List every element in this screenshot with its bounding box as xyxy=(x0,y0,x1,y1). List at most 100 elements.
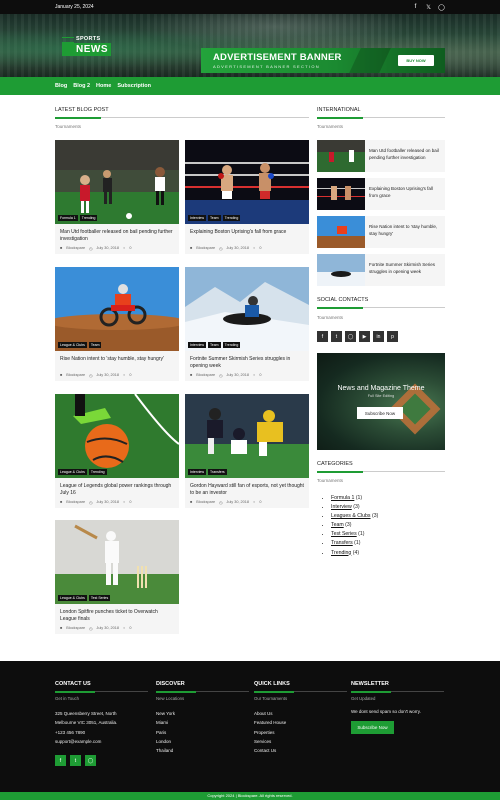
nav-blog-2[interactable]: Blog 2 xyxy=(73,83,90,89)
facebook-icon[interactable]: f xyxy=(55,755,66,767)
post-image[interactable]: Formula 1 Trending xyxy=(55,140,179,224)
post-tag[interactable]: Trending xyxy=(222,342,241,348)
post-image[interactable]: Interview Team Trending xyxy=(185,267,309,351)
international-thumb[interactable] xyxy=(317,216,365,248)
phone-number[interactable]: +123 456 7890 xyxy=(55,728,148,737)
email-address[interactable]: support@example.com xyxy=(55,737,148,746)
post-image[interactable]: Interview Transfers xyxy=(185,394,309,478)
international-title[interactable]: Fortnite Summer Skirmish Series struggle… xyxy=(369,261,441,275)
category-link[interactable]: Trending xyxy=(331,550,351,556)
post-author[interactable]: Blockspare xyxy=(196,373,215,378)
category-link[interactable]: Interview xyxy=(331,504,352,510)
post-tag[interactable]: Trending xyxy=(222,215,241,221)
twitter-icon[interactable]: t xyxy=(331,331,342,342)
post-author[interactable]: Blockspare xyxy=(66,626,85,631)
post-comments[interactable]: 0 xyxy=(129,500,131,505)
post-card[interactable]: League & Clubs Trending League of Legend… xyxy=(55,394,179,508)
post-card[interactable]: Interview Team Trending Explaining Bosto… xyxy=(185,140,309,254)
advertisement-banner[interactable]: ADVERTISEMENT BANNER ADVERTISEMENT BANNE… xyxy=(201,48,445,73)
post-tag[interactable]: League & Clubs xyxy=(58,595,87,601)
post-tag[interactable]: Team xyxy=(208,342,221,348)
post-author[interactable]: Blockspare xyxy=(66,373,85,378)
category-link[interactable]: Formula 1 xyxy=(331,495,354,501)
post-title[interactable]: Man Utd footballer released on bail pend… xyxy=(55,224,179,246)
post-tag[interactable]: Trending xyxy=(88,469,107,475)
post-author[interactable]: Blockspare xyxy=(66,500,85,505)
instagram-icon[interactable]: ◯ xyxy=(85,755,96,767)
post-author[interactable]: Blockspare xyxy=(196,500,215,505)
post-title[interactable]: London Spitfire punches ticket to Overwa… xyxy=(55,604,179,626)
instagram-icon[interactable]: ◯ xyxy=(438,4,445,11)
footer-link[interactable]: About Us xyxy=(254,709,347,718)
international-title[interactable]: Man Utd footballer released on bail pend… xyxy=(369,147,441,161)
post-card[interactable]: League & Clubs Team Rise Nation intent t… xyxy=(55,267,179,381)
international-thumb[interactable] xyxy=(317,254,365,286)
twitter-icon[interactable]: 𝕏 xyxy=(425,4,432,11)
pinterest-icon[interactable]: p xyxy=(387,331,398,342)
footer-link[interactable]: New York xyxy=(156,709,249,718)
post-title[interactable]: League of Legends global power rankings … xyxy=(55,478,179,500)
post-tag[interactable]: Transfers xyxy=(208,469,227,475)
footer-link[interactable]: Miami xyxy=(156,718,249,727)
facebook-icon[interactable]: f xyxy=(317,331,328,342)
facebook-icon[interactable]: f xyxy=(412,4,419,11)
post-title[interactable]: Rise Nation intent to 'stay humble, stay… xyxy=(55,351,179,373)
post-comments[interactable]: 0 xyxy=(259,500,261,505)
linkedin-icon[interactable]: in xyxy=(373,331,384,342)
post-comments[interactable]: 0 xyxy=(129,246,131,251)
post-image[interactable]: League & Clubs Test Series xyxy=(55,520,179,604)
post-card[interactable]: Formula 1 Trending Man Utd footballer re… xyxy=(55,140,179,254)
international-title[interactable]: Explaining Boston Uprising's fall from g… xyxy=(369,185,441,199)
footer-link[interactable]: Properties xyxy=(254,728,347,737)
post-author[interactable]: Blockspare xyxy=(66,246,85,251)
post-tag[interactable]: Interview xyxy=(188,469,207,475)
post-tag[interactable]: Team xyxy=(208,215,221,221)
post-comments[interactable]: 0 xyxy=(129,373,131,378)
international-title[interactable]: Rise Nation intent to 'stay humble, stay… xyxy=(369,223,441,237)
post-tag[interactable]: Trending xyxy=(79,215,98,221)
nav-blog[interactable]: Blog xyxy=(55,83,67,89)
footer-link[interactable]: Thailand xyxy=(156,746,249,755)
post-comments[interactable]: 0 xyxy=(259,373,261,378)
footer-link[interactable]: London xyxy=(156,737,249,746)
category-link[interactable]: Team xyxy=(331,522,344,528)
footer-link[interactable]: Services xyxy=(254,737,347,746)
category-link[interactable]: Test Series xyxy=(331,531,357,537)
post-image[interactable]: League & Clubs Trending xyxy=(55,394,179,478)
nav-home[interactable]: Home xyxy=(96,83,111,89)
promo-banner[interactable]: News and Magazine Theme Full Site Editin… xyxy=(317,353,445,450)
international-thumb[interactable] xyxy=(317,178,365,210)
post-author[interactable]: Blockspare xyxy=(196,246,215,251)
buy-now-button[interactable]: BUY NOW xyxy=(398,55,434,66)
post-card[interactable]: Interview Transfers Gordon Hayward still… xyxy=(185,394,309,508)
category-link[interactable]: Transfers xyxy=(331,540,353,546)
post-tag[interactable]: Interview xyxy=(188,215,207,221)
post-tag[interactable]: League & Clubs xyxy=(58,469,87,475)
post-tag[interactable]: Formula 1 xyxy=(58,215,78,221)
category-link[interactable]: Leagues & Clubs xyxy=(331,513,371,519)
post-card[interactable]: Interview Team Trending Fortnite Summer … xyxy=(185,267,309,381)
nav-subscription[interactable]: Subscription xyxy=(117,83,151,89)
post-tag[interactable]: League & Clubs xyxy=(58,342,87,348)
post-tag[interactable]: Interview xyxy=(188,342,207,348)
international-item[interactable]: Fortnite Summer Skirmish Series struggle… xyxy=(317,254,445,286)
international-item[interactable]: Rise Nation intent to 'stay humble, stay… xyxy=(317,216,445,248)
post-tag[interactable]: Team xyxy=(88,342,102,348)
twitter-icon[interactable]: t xyxy=(70,755,81,767)
site-logo[interactable]: SPORTS NEWS xyxy=(62,36,111,64)
post-image[interactable]: Interview Team Trending xyxy=(185,140,309,224)
post-comments[interactable]: 0 xyxy=(259,246,261,251)
instagram-icon[interactable]: ◯ xyxy=(345,331,356,342)
post-title[interactable]: Fortnite Summer Skirmish Series struggle… xyxy=(185,351,309,373)
youtube-icon[interactable]: ▶ xyxy=(359,331,370,342)
promo-subscribe-button[interactable]: Subscribe Now xyxy=(357,407,403,419)
post-tag[interactable]: Test Series xyxy=(88,595,111,601)
footer-link[interactable]: Paris xyxy=(156,728,249,737)
post-card[interactable]: League & Clubs Test Series London Spitfi… xyxy=(55,520,179,634)
newsletter-subscribe-button[interactable]: Subscribe Now xyxy=(351,721,394,734)
post-title[interactable]: Explaining Boston Uprising's fall from g… xyxy=(185,224,309,246)
post-title[interactable]: Gordon Hayward still fan of esports, not… xyxy=(185,478,309,500)
post-image[interactable]: League & Clubs Team xyxy=(55,267,179,351)
international-thumb[interactable] xyxy=(317,140,365,172)
international-item[interactable]: Man Utd footballer released on bail pend… xyxy=(317,140,445,172)
